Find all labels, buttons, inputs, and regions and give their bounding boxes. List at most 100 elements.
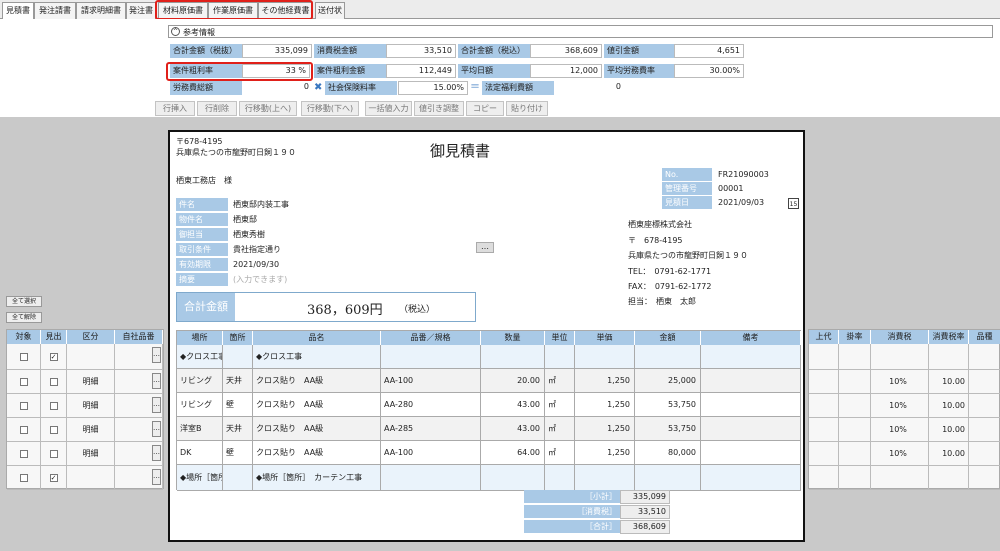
table-cell[interactable] xyxy=(381,345,481,369)
heading-checkbox[interactable] xyxy=(49,377,58,386)
table-cell[interactable] xyxy=(481,345,545,369)
tab-purchase-order[interactable]: 発注書 xyxy=(126,2,156,19)
table-cell[interactable] xyxy=(701,369,801,393)
table-cell[interactable] xyxy=(545,465,575,491)
tab-estimate[interactable]: 見積書 xyxy=(2,2,34,20)
insert-row-button[interactable]: 行挿入 xyxy=(155,101,195,116)
field-value[interactable]: 栖東邸 xyxy=(233,213,257,226)
discount-adjust-button[interactable]: 値引き調整 xyxy=(414,101,464,116)
reference-info-bar[interactable]: ^ 参考情報 xyxy=(168,25,993,38)
table-cell[interactable]: ㎡ xyxy=(545,441,575,465)
table-cell[interactable]: ㎡ xyxy=(545,417,575,441)
heading-checkbox[interactable]: ✓ xyxy=(49,352,58,361)
heading-checkbox[interactable]: ✓ xyxy=(49,473,58,482)
table-cell[interactable]: ◆クロス工事 xyxy=(177,345,223,369)
product-lookup-button[interactable]: … xyxy=(152,373,161,389)
table-cell[interactable] xyxy=(701,417,801,441)
table-cell[interactable]: リビング xyxy=(177,369,223,393)
table-cell[interactable]: 43.00 xyxy=(481,417,545,441)
table-cell[interactable]: 1,250 xyxy=(575,441,635,465)
table-cell[interactable] xyxy=(575,465,635,491)
table-cell[interactable] xyxy=(381,465,481,491)
target-checkbox[interactable] xyxy=(19,473,28,482)
field-value[interactable]: 貴社指定通り xyxy=(233,243,281,256)
table-cell[interactable]: DK xyxy=(177,441,223,465)
table-cell[interactable]: 1,250 xyxy=(575,417,635,441)
more-button[interactable]: … xyxy=(476,242,494,253)
clear-all-button[interactable]: 全て解除 xyxy=(6,312,42,323)
table-cell[interactable]: クロス貼り AA級 xyxy=(253,441,381,465)
tab-invoice-detail[interactable]: 請求明細書 xyxy=(76,2,126,19)
target-checkbox[interactable] xyxy=(19,449,28,458)
table-cell[interactable]: ◆場所［箇所］ カーテン工事 xyxy=(253,465,381,491)
table-cell[interactable]: AA-100 xyxy=(381,441,481,465)
tab-order-acceptance[interactable]: 発注請書 xyxy=(34,2,76,19)
copy-button[interactable]: コピー xyxy=(466,101,504,116)
table-cell[interactable]: 天井 xyxy=(223,417,253,441)
table-cell[interactable] xyxy=(481,465,545,491)
table-cell[interactable]: 壁 xyxy=(223,393,253,417)
table-cell[interactable] xyxy=(635,345,701,369)
field-value[interactable]: 2021/09/30 xyxy=(233,258,279,271)
table-cell[interactable] xyxy=(635,465,701,491)
field-value[interactable]: 栖東秀樹 xyxy=(233,228,265,241)
table-cell[interactable]: 1,250 xyxy=(575,393,635,417)
table-cell[interactable]: 1,250 xyxy=(575,369,635,393)
table-cell[interactable] xyxy=(223,465,253,491)
table-cell[interactable]: 43.00 xyxy=(481,393,545,417)
table-cell[interactable]: AA-100 xyxy=(381,369,481,393)
table-cell[interactable] xyxy=(701,441,801,465)
average-daily-input[interactable]: 12,000 xyxy=(530,64,602,78)
table-cell[interactable]: 80,000 xyxy=(635,441,701,465)
target-checkbox[interactable] xyxy=(19,377,28,386)
product-lookup-button[interactable]: … xyxy=(152,421,161,437)
table-cell[interactable]: ◆場所［箇所］ カ… xyxy=(177,465,223,491)
table-cell[interactable]: リビング xyxy=(177,393,223,417)
table-cell[interactable]: クロス貼り AA級 xyxy=(253,393,381,417)
table-cell[interactable]: ◆クロス工事 xyxy=(253,345,381,369)
product-lookup-button[interactable]: … xyxy=(152,445,161,461)
select-all-button[interactable]: 全て選択 xyxy=(6,296,42,307)
table-cell[interactable]: ㎡ xyxy=(545,393,575,417)
table-cell[interactable]: AA-280 xyxy=(381,393,481,417)
table-cell[interactable] xyxy=(701,345,801,369)
collapse-icon[interactable]: ^ xyxy=(171,27,180,36)
table-cell[interactable]: 53,750 xyxy=(635,417,701,441)
table-cell[interactable]: 天井 xyxy=(223,369,253,393)
heading-checkbox[interactable] xyxy=(49,425,58,434)
table-cell[interactable]: ㎡ xyxy=(545,369,575,393)
table-cell[interactable] xyxy=(701,393,801,417)
product-lookup-button[interactable]: … xyxy=(152,469,161,485)
paste-button[interactable]: 貼り付け xyxy=(506,101,548,116)
table-cell[interactable] xyxy=(575,345,635,369)
table-cell[interactable]: 20.00 xyxy=(481,369,545,393)
calendar-icon[interactable]: 15 xyxy=(788,198,799,209)
tab-cover-letter[interactable]: 送付状 xyxy=(315,2,345,19)
table-cell[interactable]: AA-285 xyxy=(381,417,481,441)
labor-rate-input[interactable]: 30.00% xyxy=(674,64,744,78)
product-lookup-button[interactable]: … xyxy=(152,397,161,413)
move-down-button[interactable]: 行移動(下へ) xyxy=(301,101,359,116)
table-cell[interactable]: 53,750 xyxy=(635,393,701,417)
table-cell[interactable]: クロス貼り AA級 xyxy=(253,417,381,441)
table-cell[interactable] xyxy=(545,345,575,369)
field-value[interactable]: 栖東邸内装工事 xyxy=(233,198,289,211)
field-value[interactable]: (入力できます) xyxy=(233,273,287,286)
table-cell[interactable]: 64.00 xyxy=(481,441,545,465)
heading-checkbox[interactable] xyxy=(49,401,58,410)
target-checkbox[interactable] xyxy=(19,401,28,410)
table-cell[interactable]: 壁 xyxy=(223,441,253,465)
delete-row-button[interactable]: 行削除 xyxy=(197,101,237,116)
table-cell[interactable]: 洋室B xyxy=(177,417,223,441)
move-up-button[interactable]: 行移動(上へ) xyxy=(239,101,297,116)
target-checkbox[interactable] xyxy=(19,352,28,361)
bulk-input-button[interactable]: 一括値入力 xyxy=(365,101,412,116)
heading-checkbox[interactable] xyxy=(49,449,58,458)
table-cell[interactable] xyxy=(223,345,253,369)
table-cell[interactable] xyxy=(701,465,801,491)
social-insurance-input[interactable]: 15.00% xyxy=(398,81,468,95)
target-checkbox[interactable] xyxy=(19,425,28,434)
table-cell[interactable]: クロス貼り AA級 xyxy=(253,369,381,393)
product-lookup-button[interactable]: … xyxy=(152,347,161,363)
table-cell[interactable]: 25,000 xyxy=(635,369,701,393)
